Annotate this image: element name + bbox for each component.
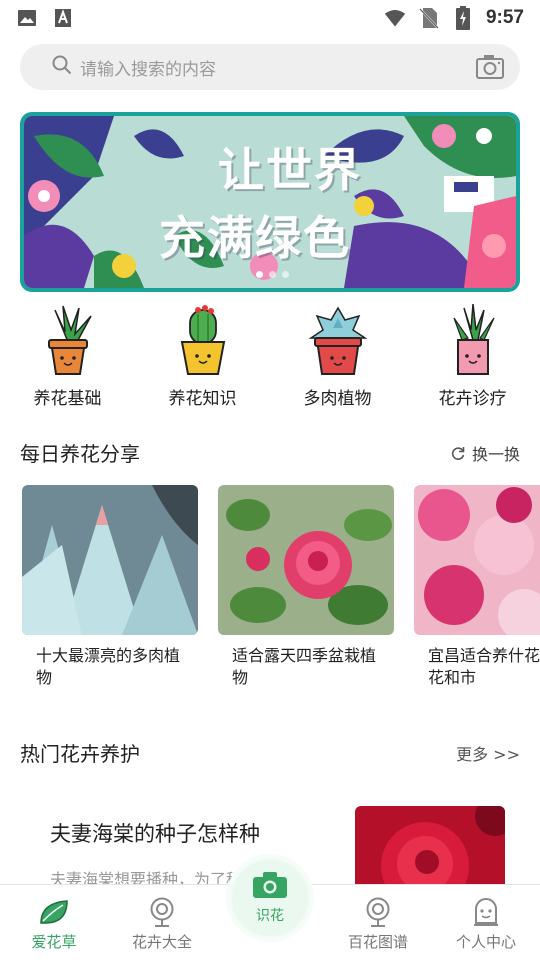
category-grid: 养花基础 养花知识 多肉植物 花卉诊疗 [0,304,540,414]
tab-flower-atlas[interactable]: 百花图谱 [324,885,432,960]
carousel-dot [256,271,263,278]
hot-care-header: 热门花卉养护 更多 >> [20,738,520,767]
camera-icon [252,871,288,903]
pot-leafy-plant-icon [47,305,92,375]
tab-label: 花卉大全 [131,933,192,951]
category-plant-doctor[interactable]: 花卉诊疗 [405,304,540,414]
status-time: 9:57 [485,7,524,28]
status-bar: 9:57 [0,0,540,36]
share-card-caption: 十大最漂亮的多肉植物 [36,646,181,687]
refresh-button[interactable]: 换一换 [450,441,520,465]
tab-love-flowers[interactable]: 爱花草 [0,885,108,960]
share-card-image [414,485,540,635]
category-plant-basics[interactable]: 养花基础 [0,304,135,414]
tab-label: 识花 [256,908,284,924]
tab-label: 百花图谱 [347,933,408,951]
share-card-image [22,485,198,635]
share-carousel[interactable]: 十大最漂亮的多肉植物 适合露天四季盆栽植物 宜昌适合养什花 花和市 [22,485,540,695]
refresh-icon [451,446,465,460]
banner-title-line2: 充满绿色 [159,211,351,265]
hot-care-item-image [355,806,505,886]
category-label: 养花基础 [33,389,102,409]
wifi-icon [384,7,406,29]
share-card-caption: 适合露天四季盆栽植物 [232,646,377,687]
category-label: 多肉植物 [303,389,372,409]
section-title: 每日养花分享 [20,442,140,466]
more-button[interactable]: 更多 >> [456,741,520,765]
search-bar[interactable]: 请输入搜索的内容 [20,44,520,90]
share-card-caption: 宜昌适合养什花，市花和市 [428,646,540,687]
carousel-dot [282,271,289,278]
search-icon [52,55,72,79]
category-plant-knowledge[interactable]: 养花知识 [135,304,270,414]
gallery-icon [16,7,38,29]
atlas-target-icon [363,897,393,927]
daily-share-header: 每日养花分享 换一换 [20,438,520,467]
profile-face-icon [471,897,501,927]
camera-search-icon[interactable] [474,51,506,83]
pot-grass-icon [452,304,495,375]
share-card-image [218,485,394,635]
banner-carousel[interactable]: 让世界 充满绿色 [20,112,520,292]
tab-label: 个人中心 [455,933,516,951]
tab-profile[interactable]: 个人中心 [432,885,540,960]
share-card[interactable]: 适合露天四季盆栽植物 [218,485,394,689]
tab-label: 爱花草 [31,933,77,951]
category-succulents[interactable]: 多肉植物 [270,304,405,414]
carousel-indicator [256,271,289,278]
carousel-dot [269,271,276,278]
battery-charging-icon [452,6,474,30]
share-card[interactable]: 十大最漂亮的多肉植物 [22,485,198,689]
category-label: 花卉诊疗 [438,389,507,409]
banner-title-line1: 让世界 [218,143,362,197]
flower-target-icon [147,897,177,927]
section-title: 热门花卉养护 [20,742,140,766]
pot-succulent-icon [308,306,367,375]
font-icon [52,7,74,29]
leaf-icon [39,897,69,927]
share-card[interactable]: 宜昌适合养什花，市花和市 [414,485,540,689]
pot-cactus-icon [180,305,225,375]
category-label: 养花知识 [168,389,237,409]
search-input[interactable]: 请输入搜索的内容 [80,55,474,80]
tab-flower-encyclopedia[interactable]: 花卉大全 [108,885,216,960]
tab-identify-flower[interactable]: 识花 [230,858,310,938]
hot-care-item-title: 夫妻海棠的种子怎样种 [50,822,260,846]
no-sim-icon [418,7,440,29]
refresh-label: 换一换 [471,444,520,464]
